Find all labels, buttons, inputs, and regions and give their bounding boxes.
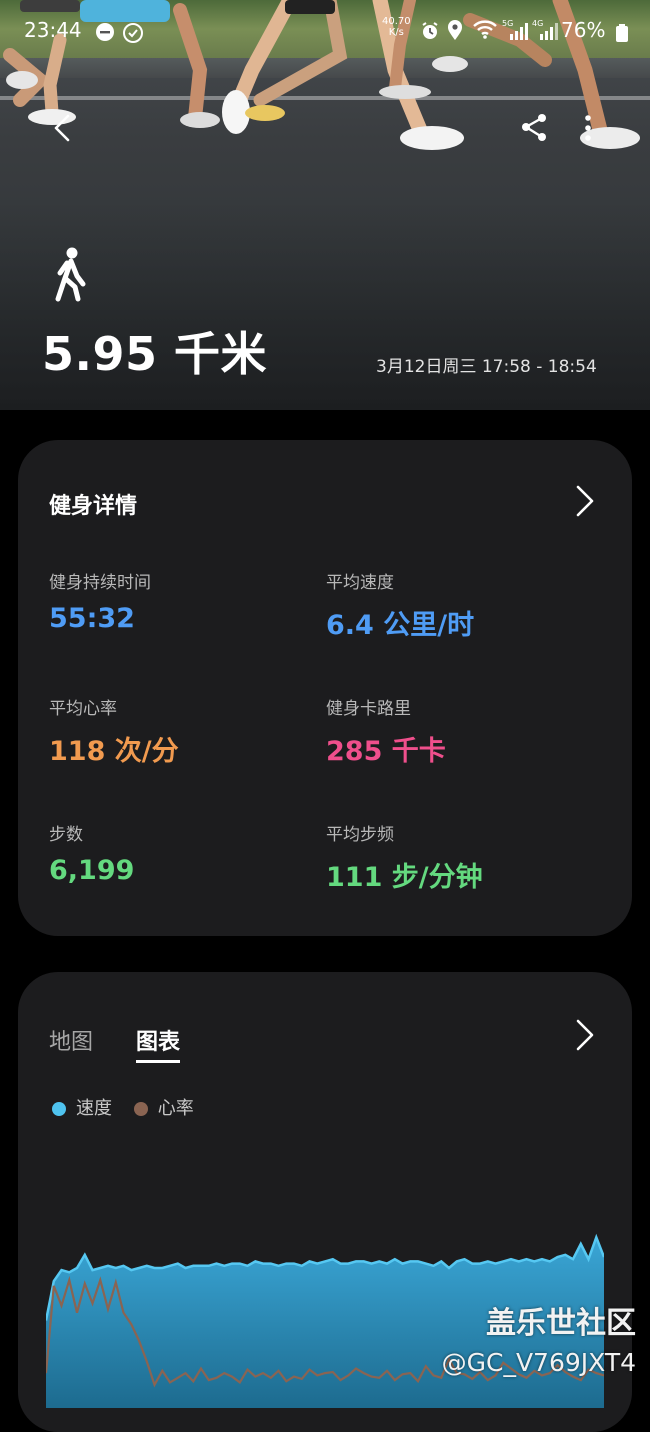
legend-heart-rate-label: 心率 <box>157 1098 194 1119</box>
stat-value: 285 千卡 <box>326 736 446 767</box>
stat-avg-cadence: 平均步频 111 步/分钟 <box>326 820 586 894</box>
stat-avg-heart-rate: 平均心率 118 次/分 <box>49 694 309 768</box>
chevron-right-icon <box>576 485 594 517</box>
stat-label: 平均速度 <box>326 573 394 593</box>
hero-banner: 23:44 40.70 K/s 5G 4G 76% 5.95 千米 3月12日周… <box>0 0 650 410</box>
network-speed-value: 40.70 <box>382 16 411 27</box>
stat-steps: 步数 6,199 <box>49 820 309 886</box>
alarm-icon <box>420 21 440 45</box>
stat-value: 6,199 <box>49 855 135 886</box>
stat-value: 6.4 公里/时 <box>326 610 475 641</box>
stat-label: 健身持续时间 <box>49 573 151 593</box>
walking-icon <box>50 246 92 302</box>
more-icon <box>585 115 591 141</box>
signal-5g-icon: 5G <box>502 18 528 46</box>
stat-value: 55:32 <box>49 603 135 634</box>
back-icon <box>54 114 70 142</box>
stat-avg-speed: 平均速度 6.4 公里/时 <box>326 568 586 642</box>
svg-text:4G: 4G <box>532 19 543 28</box>
chart-legend: 速度 心率 <box>52 1094 210 1120</box>
legend-speed: 速度 <box>52 1094 112 1120</box>
legend-speed-label: 速度 <box>76 1098 112 1119</box>
stat-value: 118 次/分 <box>49 736 179 767</box>
details-chevron-button[interactable] <box>570 484 600 518</box>
workout-date-range: 3月12日周三 17:58 - 18:54 <box>376 357 597 377</box>
location-icon <box>446 19 464 45</box>
legend-heart-rate: 心率 <box>133 1094 194 1120</box>
whatsapp-icon <box>122 22 144 48</box>
status-time: 23:44 <box>24 18 82 42</box>
watermark-title: 盖乐世社区 <box>486 1306 636 1341</box>
minus-circle-icon <box>95 22 115 46</box>
workout-details-card[interactable]: 健身详情 健身持续时间 55:32 平均速度 6.4 公里/时 平均心率 118… <box>18 440 632 936</box>
network-speed: 40.70 K/s <box>382 16 411 38</box>
battery-percent: 76% <box>561 18 606 42</box>
stat-label: 平均步频 <box>326 825 394 845</box>
details-title: 健身详情 <box>49 494 138 519</box>
chart-chevron-button[interactable] <box>570 1018 600 1052</box>
legend-speed-dot <box>52 1102 66 1116</box>
battery-icon <box>616 24 628 46</box>
more-options-button[interactable] <box>574 108 604 148</box>
share-icon <box>522 114 546 141</box>
tab-map[interactable]: 地图 <box>49 1024 93 1056</box>
stat-duration: 健身持续时间 55:32 <box>49 568 309 634</box>
signal-4g-icon: 4G <box>532 18 558 46</box>
watermark: 盖乐世社区 @GC_V769JXT4 <box>416 1298 636 1377</box>
share-button[interactable] <box>515 108 555 148</box>
back-button[interactable] <box>44 108 84 148</box>
chevron-right-icon <box>576 1019 594 1051</box>
tab-chart[interactable]: 图表 <box>136 1024 181 1063</box>
legend-heart-rate-dot <box>133 1102 148 1116</box>
wifi-icon <box>472 18 498 44</box>
svg-text:5G: 5G <box>502 19 513 28</box>
stat-calories: 健身卡路里 285 千卡 <box>326 694 586 768</box>
stat-label: 步数 <box>49 825 83 845</box>
distance-value: 5.95 千米 <box>42 327 268 381</box>
stat-label: 平均心率 <box>49 699 117 719</box>
status-bar: 23:44 40.70 K/s 5G 4G 76% <box>0 14 650 50</box>
stat-label: 健身卡路里 <box>326 699 411 719</box>
network-speed-unit: K/s <box>388 27 404 38</box>
watermark-user: @GC_V769JXT4 <box>441 1348 636 1377</box>
stat-value: 111 步/分钟 <box>326 862 483 893</box>
